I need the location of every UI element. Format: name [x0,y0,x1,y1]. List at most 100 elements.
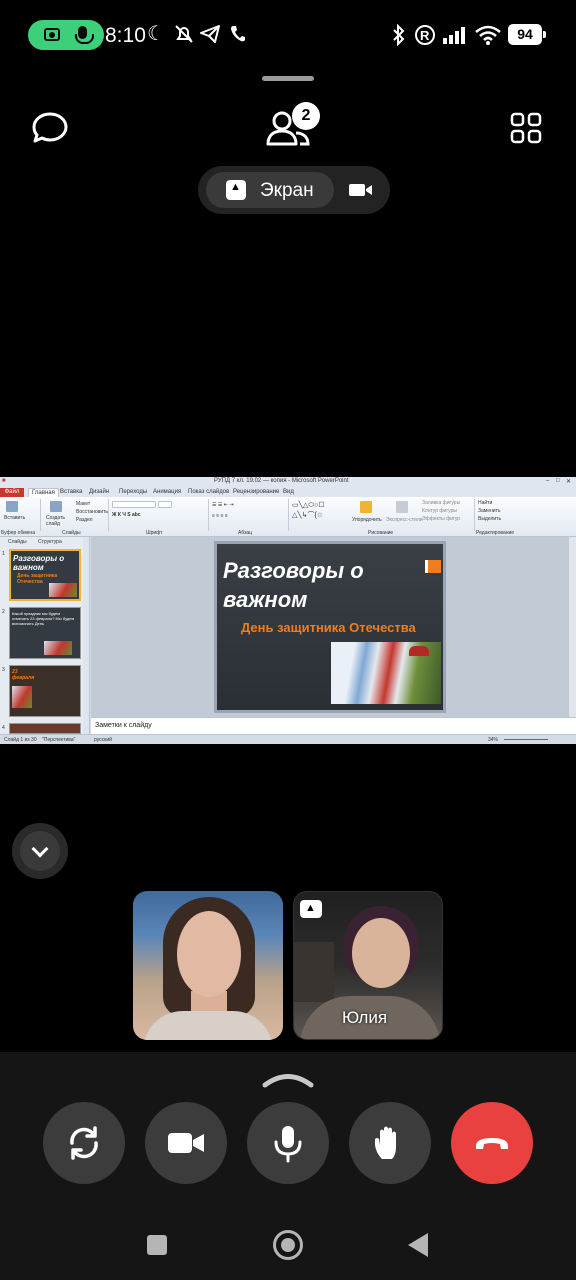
drawing-group-label: Рисование [368,530,394,536]
outline-panel-tab[interactable]: Структура [38,539,62,545]
thumbnail-picture [12,686,32,708]
shape-effects-button[interactable]: Эффекты фигур [422,516,460,522]
microphone-button[interactable] [247,1102,329,1184]
thumbnail-picture [49,583,77,597]
navigation-bar [0,1200,576,1280]
chat-icon[interactable] [32,112,68,144]
participant-tile[interactable]: Юлия [293,891,443,1040]
maximize-icon[interactable]: □ [556,478,564,485]
close-icon[interactable]: ✕ [566,478,574,485]
tab-transitions[interactable]: Переходы [119,489,147,495]
slide-thumbnail[interactable]: Какой праздник мы будем отмечать 23 февр… [9,607,81,659]
status-bar: 8:10 ☾ R 94 [0,0,576,70]
new-slide-button[interactable]: Создать слайд [46,515,68,527]
wifi-icon [474,24,502,52]
slide-subtitle: День защитника Отечества [241,620,416,635]
screen-video-toggle: Экран [198,166,390,214]
shape-outline-button[interactable]: Контур фигуры [422,508,457,514]
participants-count-badge: 2 [292,102,320,130]
back-icon[interactable] [408,1233,428,1257]
shapes-gallery-row2[interactable]: △╲↳⌒{☆ [292,510,323,520]
registered-icon: R [414,24,436,52]
shapes-gallery[interactable]: ▭╲△⬭○☐ [292,501,325,510]
tab-design[interactable]: Дизайн [89,489,109,495]
switch-camera-button[interactable] [43,1102,125,1184]
window-titlebar: ■ РУПД 7 кл. 19.02 — копия - Microsoft P… [0,477,576,487]
app-icon: ■ [2,478,6,484]
signal-icon [442,25,468,51]
new-slide-icon[interactable] [50,501,62,512]
home-icon[interactable] [273,1230,303,1260]
file-tab[interactable]: Файл [0,488,24,497]
font-name-field[interactable] [112,501,156,508]
thumbnail-number: 1 [2,551,5,557]
find-button[interactable]: Найти [478,500,492,506]
paste-icon[interactable] [6,501,18,512]
section-button[interactable]: Раздел [76,517,93,523]
privacy-indicator[interactable] [28,20,104,50]
current-slide[interactable]: Разговоры о важном День защитника Отечес… [214,541,446,713]
list-buttons[interactable]: ☰ ☰ ⇤ ⇥ [212,502,234,508]
slide-thumbnail[interactable] [9,723,81,734]
replace-button[interactable]: Заменить [478,508,500,514]
screen-share-icon [300,900,322,918]
quick-styles-button[interactable]: Экспресс-стили [386,517,423,523]
thumbnail-number: 2 [2,609,5,615]
participant-tile[interactable] [133,891,283,1040]
screen-mode-button[interactable]: Экран [206,172,334,208]
tab-view[interactable]: Вид [283,489,294,495]
shape-fill-button[interactable]: Заливка фигуры [422,500,460,506]
camera-button[interactable] [145,1102,227,1184]
align-buttons[interactable]: ≡ ≡ ≡ ≡ [212,513,228,519]
slides-panel-tab[interactable]: Слайды [8,539,27,545]
grid-icon[interactable] [510,112,542,144]
arrange-button[interactable]: Упорядочить [352,517,382,523]
thumbnail-title: 23 февраля [12,669,35,681]
slides-panel: Слайды Структура 1 Разговоры о важном Де… [0,537,90,734]
mic-in-use-icon [75,26,94,44]
clock: 8:10 [105,24,146,47]
end-call-icon [476,1138,508,1149]
minimize-icon[interactable]: – [546,478,554,485]
slides-panel-scrollbar[interactable] [83,537,89,734]
thumbnail-picture [44,641,72,655]
quick-styles-icon[interactable] [396,501,408,513]
screen-mode-label: Экран [260,180,314,201]
recents-icon[interactable] [147,1235,167,1255]
slide-scrollbar[interactable] [569,537,576,717]
camera-in-use-icon [44,28,60,41]
layout-button[interactable]: Макет [76,501,90,507]
tab-home[interactable]: Главная [28,488,59,497]
video-icon[interactable] [348,180,374,200]
reset-button[interactable]: Восстановить [76,509,108,515]
zoom-level: 34% [488,737,499,743]
arrange-icon[interactable] [360,501,372,513]
shared-screen[interactable]: ■ РУПД 7 кл. 19.02 — копия - Microsoft P… [0,477,576,744]
window-title: РУПД 7 кл. 19.02 — копия - Microsoft Pow… [214,478,349,484]
font-size-field[interactable] [158,501,172,508]
camera-icon [168,1133,204,1153]
thumbnail-number: 3 [2,667,5,673]
slide-thumbnail[interactable]: 23 февраля [9,665,81,717]
ribbon: Вставить Буфер обмена Создать слайд Маке… [0,497,576,537]
paste-button[interactable]: Вставить [4,515,25,521]
drag-handle[interactable] [262,76,314,81]
switch-camera-icon [70,1126,98,1160]
collapse-button[interactable] [12,823,68,879]
select-button[interactable]: Выделить [478,516,501,522]
thumbnail-text: Какой праздник мы будем отмечать 23 февр… [12,611,75,626]
end-call-button[interactable] [451,1102,533,1184]
tab-slideshow[interactable]: Показ слайдов [188,489,229,495]
zoom-slider[interactable] [504,739,548,740]
slide-thumbnail[interactable]: Разговоры о важном День защитника Отечес… [9,549,81,601]
language: русский [94,737,112,743]
tab-animation[interactable]: Анимация [153,489,181,495]
chevron-up-icon[interactable] [262,1070,314,1088]
notes-pane[interactable]: Заметки к слайду [91,717,576,734]
chevron-down-icon [31,840,49,858]
raise-hand-button[interactable] [349,1102,431,1184]
tab-insert[interactable]: Вставка [60,489,82,495]
status-bar-pp: Слайд 1 из 30 "Перспектива" русский 34% [0,734,576,744]
format-buttons[interactable]: Ж К Ч S abc [112,512,141,518]
tab-review[interactable]: Рецензирование [233,489,279,495]
